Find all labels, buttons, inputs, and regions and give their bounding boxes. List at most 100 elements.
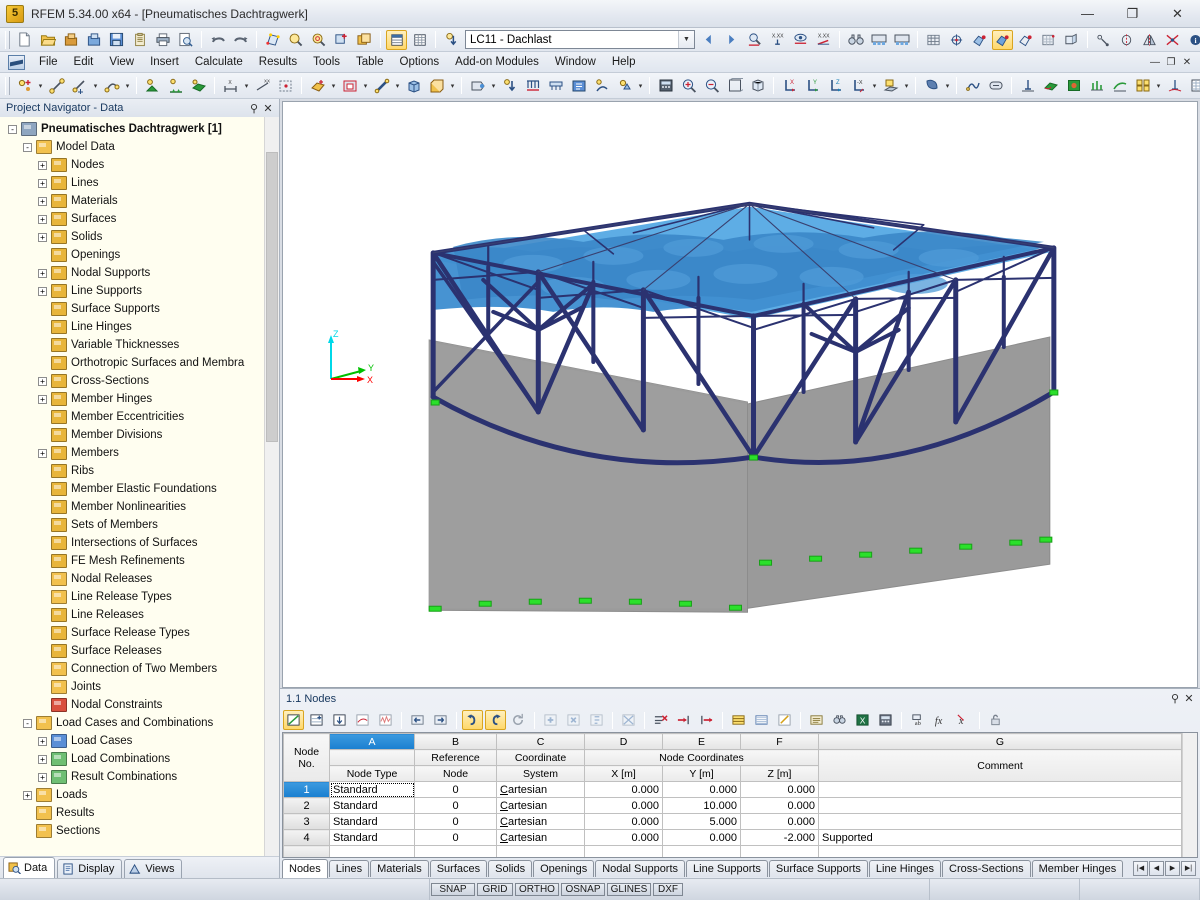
reference-node-cell[interactable]: 0: [415, 798, 497, 814]
table-tab-materials[interactable]: Materials: [370, 860, 429, 877]
edit-table-icon[interactable]: [283, 710, 304, 730]
coordinate-system-cell[interactable]: Cartesian: [497, 782, 585, 798]
y-coordinate-cell[interactable]: 5.000: [663, 814, 741, 830]
tree-item-surface-releases[interactable]: Surface Releases: [0, 642, 279, 660]
navigator-tab-views[interactable]: Views: [124, 859, 182, 878]
node-type-cell[interactable]: Standard: [330, 814, 415, 830]
comment-cell[interactable]: Supported: [819, 830, 1182, 846]
grid-scrollbar[interactable]: [1182, 733, 1197, 857]
tree-item-intersections-of-surfaces[interactable]: Intersections of Surfaces: [0, 534, 279, 552]
sort-rows-icon[interactable]: [586, 710, 607, 730]
y-coordinate-cell[interactable]: 0.000: [663, 830, 741, 846]
result-diagram-curve-icon[interactable]: [1109, 76, 1130, 96]
chevron-down-icon[interactable]: ▾: [393, 76, 402, 96]
load-case-input[interactable]: [466, 33, 678, 47]
menu-options[interactable]: Options: [392, 54, 448, 70]
expand-icon[interactable]: +: [38, 179, 47, 188]
nodes-table[interactable]: NodeNo.ABCDEFGReferenceCoordinateNode Co…: [282, 732, 1198, 858]
expand-icon[interactable]: +: [38, 233, 47, 242]
open-model-icon[interactable]: [83, 30, 104, 50]
comment-cell[interactable]: [819, 782, 1182, 798]
expand-icon[interactable]: +: [38, 755, 47, 764]
expand-icon[interactable]: +: [38, 377, 47, 386]
expand-icon[interactable]: +: [38, 215, 47, 224]
workplane-icon[interactable]: [880, 76, 901, 96]
render-wire-icon[interactable]: [1015, 30, 1036, 50]
z-coordinate-cell[interactable]: 0.000: [741, 782, 819, 798]
row-number-cell[interactable]: 2: [284, 798, 330, 814]
node-type-cell[interactable]: Standard: [330, 798, 415, 814]
expand-icon[interactable]: +: [38, 773, 47, 782]
tree-item-variable-thicknesses[interactable]: Variable Thicknesses: [0, 336, 279, 354]
binoculars-icon[interactable]: [845, 30, 866, 50]
empty-cell[interactable]: [330, 846, 415, 858]
table-diagram-icon[interactable]: [375, 710, 396, 730]
toolbar-grip[interactable]: [5, 31, 10, 49]
tree-item-cross-sections[interactable]: +Cross-Sections: [0, 372, 279, 390]
empty-cell[interactable]: [741, 846, 819, 858]
reload-table-icon[interactable]: [508, 710, 529, 730]
tree-item-member-hinges[interactable]: +Member Hinges: [0, 390, 279, 408]
row-number-cell[interactable]: 3: [284, 814, 330, 830]
new-free-load-icon[interactable]: [568, 76, 589, 96]
dimension-icon[interactable]: X: [220, 76, 241, 96]
open-project-icon[interactable]: [60, 30, 81, 50]
navigator-scrollbar[interactable]: [264, 117, 279, 856]
render-model-icon[interactable]: [969, 30, 990, 50]
navigator-scroll-thumb[interactable]: [266, 152, 278, 442]
scale-icon[interactable]: [1162, 30, 1183, 50]
z-coordinate-cell[interactable]: 0.000: [741, 814, 819, 830]
tree-item-member-nonlinearities[interactable]: Member Nonlinearities: [0, 498, 279, 516]
tree-item-load-cases[interactable]: +Load Cases: [0, 732, 279, 750]
reference-node-cell[interactable]: 0: [415, 814, 497, 830]
tree-item-ribs[interactable]: Ribs: [0, 462, 279, 480]
view-in-y-icon[interactable]: Y: [802, 76, 823, 96]
table-tab-member-hinges[interactable]: Member Hinges: [1032, 860, 1124, 877]
model-viewport[interactable]: Z Y X: [282, 101, 1198, 688]
tree-item-result-combinations[interactable]: +Result Combinations: [0, 768, 279, 786]
insert-row-icon[interactable]: [306, 710, 327, 730]
table-tab-nodes[interactable]: Nodes: [282, 859, 328, 878]
tree-item-nodal-releases[interactable]: Nodal Releases: [0, 570, 279, 588]
table-tab-solids[interactable]: Solids: [488, 860, 532, 877]
table-tab-lines[interactable]: Lines: [329, 860, 369, 877]
support-reactions-icon[interactable]: [1017, 76, 1038, 96]
previous-table-icon[interactable]: [407, 710, 428, 730]
chevron-down-icon[interactable]: ▾: [636, 76, 645, 96]
new-opening-icon[interactable]: [339, 76, 360, 96]
window-tile-icon[interactable]: [1132, 76, 1153, 96]
row-number-cell[interactable]: 1: [284, 782, 330, 798]
column-letter-D[interactable]: D: [585, 734, 663, 750]
column-letter-C[interactable]: C: [497, 734, 585, 750]
expand-icon[interactable]: +: [38, 161, 47, 170]
tree-item-connection-of-two-members[interactable]: Connection of Two Members: [0, 660, 279, 678]
zoom-in-icon[interactable]: [678, 76, 699, 96]
ortho-toggle[interactable]: ORTHO: [515, 883, 559, 896]
empty-cell[interactable]: [585, 846, 663, 858]
result-diagram-icon[interactable]: X.XX: [813, 30, 834, 50]
zoom-window-icon[interactable]: [285, 30, 306, 50]
tree-item-member-eccentricities[interactable]: Member Eccentricities: [0, 408, 279, 426]
expand-icon[interactable]: +: [38, 737, 47, 746]
empty-cell[interactable]: [284, 846, 330, 858]
printout-report2-icon[interactable]: [891, 30, 912, 50]
new-line-icon[interactable]: [46, 76, 67, 96]
coordinate-system-cell[interactable]: Cartesian: [497, 814, 585, 830]
chevron-down-icon[interactable]: ▾: [36, 76, 45, 96]
table-row[interactable]: 3Standard0Cartesian0.0005.0000.000: [284, 814, 1182, 830]
tree-item-line-hinges[interactable]: Line Hinges: [0, 318, 279, 336]
expand-icon[interactable]: +: [23, 791, 32, 800]
expand-icon[interactable]: +: [38, 287, 47, 296]
tree-item-surface-supports[interactable]: Surface Supports: [0, 300, 279, 318]
fe-mesh-icon[interactable]: [923, 30, 944, 50]
table-last-button[interactable]: ▶|: [1181, 861, 1196, 876]
result-value-label-icon[interactable]: X.XX: [767, 30, 788, 50]
table-tab-openings[interactable]: Openings: [533, 860, 594, 877]
insert-right-icon[interactable]: [696, 710, 717, 730]
coordinate-system-cell[interactable]: Cartesian: [497, 798, 585, 814]
table-tab-surfaces[interactable]: Surfaces: [430, 860, 487, 877]
tree-item-nodal-constraints[interactable]: Nodal Constraints: [0, 696, 279, 714]
menu-calculate[interactable]: Calculate: [187, 54, 251, 70]
new-surface-load-icon[interactable]: [545, 76, 566, 96]
x-coordinate-cell[interactable]: 0.000: [585, 782, 663, 798]
